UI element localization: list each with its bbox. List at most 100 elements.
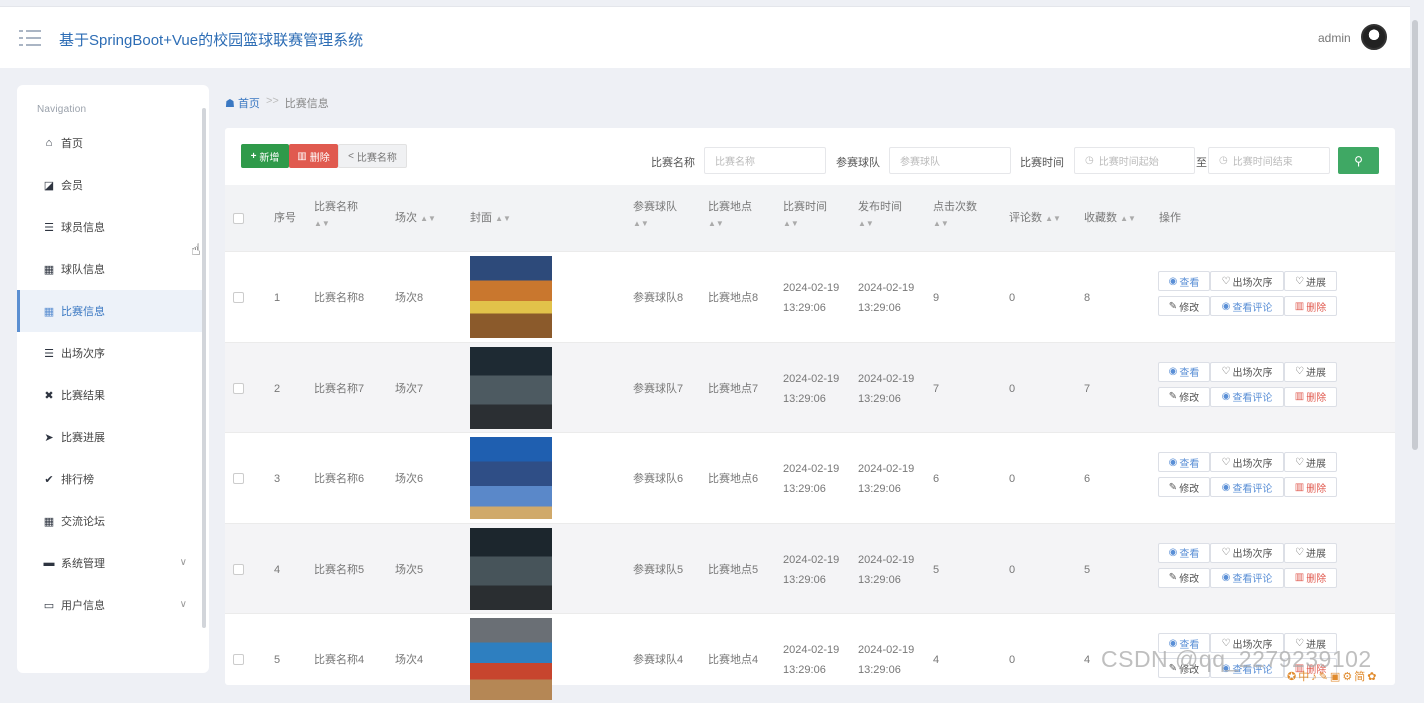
table-row[interactable]: 4 比赛名称5 场次5 参赛球队5 比赛地点5 2024-02-19 13:29… xyxy=(225,522,1395,613)
col-session[interactable]: 场次 ▲▼ xyxy=(395,210,436,227)
list-icon: ☰ xyxy=(44,221,54,234)
col-cover[interactable]: 封面 ▲▼ xyxy=(470,210,511,227)
cell-place: 比赛地点5 xyxy=(708,563,759,576)
row-checkbox[interactable] xyxy=(233,292,244,303)
sidebar-item-label: 出场次序 xyxy=(61,348,105,360)
trash-icon: ▥ xyxy=(1294,300,1305,312)
row-delete-button[interactable]: ▥ 删除 xyxy=(1284,296,1337,316)
delete-button[interactable]: ▥ 删除 xyxy=(289,144,338,168)
sidebar-item[interactable]: ➤ 比赛进展 xyxy=(17,416,203,458)
edit-button[interactable]: ✎ 修改 xyxy=(1158,567,1210,588)
edit-button[interactable]: ✎ 修改 xyxy=(1158,477,1210,497)
cover-image[interactable] xyxy=(470,527,552,610)
heart-icon: ♡ xyxy=(1295,366,1304,377)
progress-button[interactable]: ♡ 进展 xyxy=(1284,542,1337,563)
row-checkbox[interactable] xyxy=(233,382,244,394)
col-favs[interactable]: 收藏数 ▲▼ xyxy=(1084,210,1136,227)
cell-team: 参赛球队8 xyxy=(633,292,684,304)
order-button[interactable]: ♡ 出场次序 xyxy=(1210,542,1284,563)
col-clicks[interactable]: 点击次数 ▲▼ xyxy=(933,199,977,232)
time-start-input[interactable]: ◷ 比赛时间起始 xyxy=(1074,147,1195,174)
match-name-button[interactable]: < 比赛名称 xyxy=(338,144,407,168)
progress-button[interactable]: ♡ 进展 xyxy=(1284,361,1337,382)
table-row[interactable]: 1 比赛名称8 场次8 参赛球队8 比赛地点8 2024-02-19 13:29… xyxy=(225,251,1395,341)
row-checkbox[interactable] xyxy=(233,563,244,575)
progress-button[interactable]: ♡ 进展 xyxy=(1284,452,1337,472)
row-delete-button[interactable]: ▥ 删除 xyxy=(1284,567,1337,588)
order-button[interactable]: ♡ 出场次序 xyxy=(1210,361,1284,382)
add-button[interactable]: + 新增 xyxy=(241,144,289,168)
breadcrumb-current: 比赛信息 xyxy=(284,98,329,110)
edit-button[interactable]: ✎ 修改 xyxy=(1158,386,1210,407)
heart-icon: ♡ xyxy=(1295,275,1304,287)
cover-image[interactable] xyxy=(470,346,552,429)
col-place[interactable]: 比赛地点 ▲▼ xyxy=(708,199,752,232)
col-comments[interactable]: 评论数 ▲▼ xyxy=(1009,210,1061,227)
match-name-input[interactable]: 比赛名称 xyxy=(704,147,826,174)
col-pub[interactable]: 发布时间 ▲▼ xyxy=(858,199,902,232)
sort-icon: ▲▼ xyxy=(314,219,330,228)
filter-team-label: 参赛球队 xyxy=(836,157,880,169)
hamburger-menu-icon[interactable] xyxy=(19,29,41,47)
page-scrollbar[interactable] xyxy=(1412,20,1418,450)
team-input[interactable]: 参赛球队 xyxy=(889,147,1011,174)
breadcrumb-home[interactable]: ☗ 首页 xyxy=(225,95,260,111)
order-button[interactable]: ♡ 出场次序 xyxy=(1210,452,1284,472)
cell-name: 比赛名称5 xyxy=(314,563,365,576)
sidebar-item[interactable]: ▬ 系统管理 ∨ xyxy=(17,542,203,584)
edit-button[interactable]: ✎ 修改 xyxy=(1158,296,1210,316)
sidebar-item[interactable]: ▦ 球队信息 xyxy=(17,248,203,290)
row-delete-button[interactable]: ▥ 删除 xyxy=(1284,386,1337,407)
view-button[interactable]: ◉ 查看 xyxy=(1158,361,1210,382)
sidebar-item[interactable]: ✖ 比赛结果 xyxy=(17,374,203,416)
cell-clicks: 5 xyxy=(933,563,940,576)
time-range-to: 至 xyxy=(1196,157,1207,169)
chevron-down-icon[interactable]: ∨ xyxy=(180,599,187,610)
view-button[interactable]: ◉ 查看 xyxy=(1158,452,1210,472)
table-row[interactable]: 2 比赛名称7 场次7 参赛球队7 比赛地点7 2024-02-19 13:29… xyxy=(225,341,1395,432)
select-all-checkbox[interactable] xyxy=(233,213,244,224)
sidebar-item[interactable]: ▦ 比赛信息 xyxy=(17,290,203,332)
col-team[interactable]: 参赛球队 ▲▼ xyxy=(633,199,677,232)
filter-time-label: 比赛时间 xyxy=(1020,157,1064,169)
view-comments-button[interactable]: ◉ 查看评论 xyxy=(1210,477,1284,497)
row-checkbox[interactable] xyxy=(233,654,244,665)
order-button[interactable]: ♡ 出场次序 xyxy=(1210,271,1284,291)
avatar[interactable] xyxy=(1361,24,1387,50)
sidebar-item[interactable]: ☰ 出场次序 xyxy=(17,332,203,374)
row-checkbox[interactable] xyxy=(233,473,244,484)
sidebar-item[interactable]: ✔ 排行榜 xyxy=(17,458,203,500)
eye-icon: ◉ xyxy=(1221,300,1231,312)
search-button[interactable]: ⚲ xyxy=(1338,147,1379,174)
view-button[interactable]: ◉ 查看 xyxy=(1158,542,1210,563)
progress-button[interactable]: ♡ 进展 xyxy=(1284,271,1337,291)
cell-time: 2024-02-19 13:29:06 xyxy=(783,644,840,676)
cell-place: 比赛地点6 xyxy=(708,473,759,485)
sidebar-item[interactable]: ◪ 会员 xyxy=(17,164,203,206)
sidebar-item[interactable]: ☰ 球员信息 xyxy=(17,206,203,248)
clipboard-x-icon: ✖ xyxy=(44,389,54,402)
cover-image[interactable] xyxy=(470,437,552,519)
col-name[interactable]: 比赛名称 ▲▼ xyxy=(314,199,358,232)
cover-image[interactable] xyxy=(470,256,552,338)
ime-tray-icon: ✪中♪✎▣⚙简✿ xyxy=(1287,671,1379,683)
sidebar-item[interactable]: ▭ 用户信息 ∨ xyxy=(17,584,203,626)
chevron-down-icon[interactable]: ∨ xyxy=(180,557,187,568)
row-delete-button[interactable]: ▥ 删除 xyxy=(1284,477,1337,497)
col-time[interactable]: 比赛时间 ▲▼ xyxy=(783,199,827,232)
time-end-input[interactable]: ◷ 比赛时间结束 xyxy=(1208,147,1330,174)
view-comments-button[interactable]: ◉ 查看评论 xyxy=(1210,296,1284,316)
cover-image[interactable] xyxy=(470,618,552,700)
mouse-cursor-icon: ☝ xyxy=(191,242,201,259)
sidebar-scrollbar[interactable] xyxy=(202,108,206,628)
sidebar-item[interactable]: ⌂ 首页 xyxy=(17,122,203,164)
view-comments-button[interactable]: ◉ 查看评论 xyxy=(1210,386,1284,407)
user-name[interactable]: admin xyxy=(1318,31,1351,45)
table-row[interactable]: 3 比赛名称6 场次6 参赛球队6 比赛地点6 2024-02-19 13:29… xyxy=(225,432,1395,522)
heart-icon: ♡ xyxy=(1221,366,1231,377)
sidebar-item[interactable]: ▦ 交流论坛 xyxy=(17,500,203,542)
trash-icon: ▥ xyxy=(297,150,307,162)
view-comments-button[interactable]: ◉ 查看评论 xyxy=(1210,567,1284,588)
view-button[interactable]: ◉ 查看 xyxy=(1158,271,1210,291)
cell-favs: 6 xyxy=(1084,473,1091,485)
